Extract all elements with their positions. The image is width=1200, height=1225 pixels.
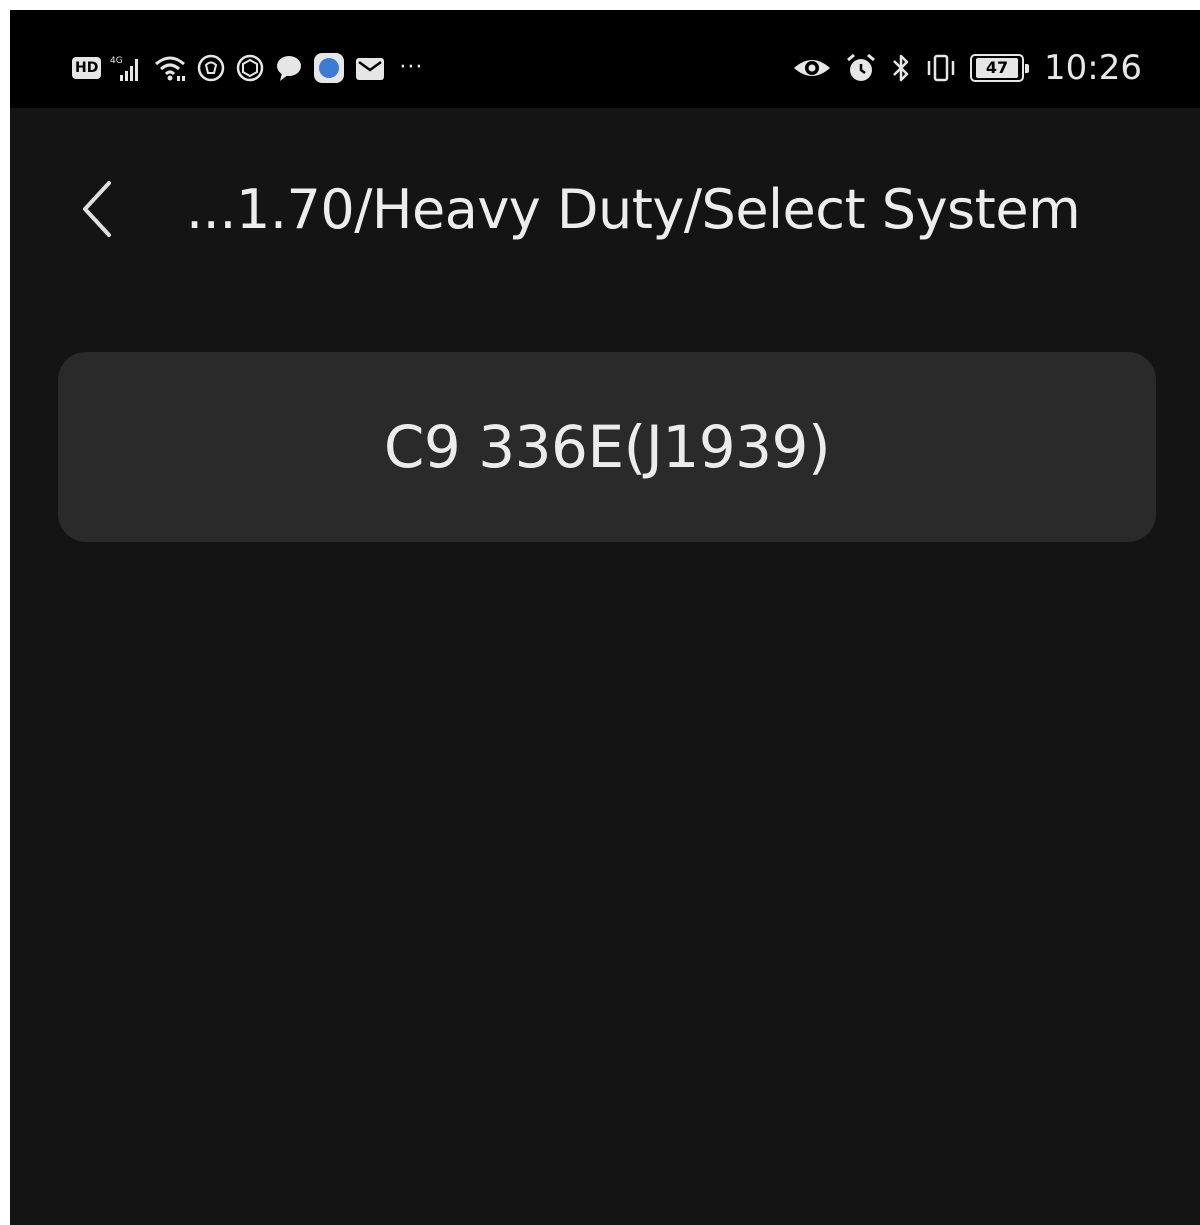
- navigation-header: ...1.70/Heavy Duty/Select System: [10, 160, 1200, 260]
- hd-label: HD: [72, 57, 102, 79]
- app-notification-icon: [235, 52, 265, 84]
- app-notification-icon: [313, 52, 345, 84]
- chevron-left-icon: [83, 181, 111, 237]
- mail-icon: [354, 52, 386, 84]
- eye-icon: [792, 52, 832, 84]
- system-list-item[interactable]: C9 336E(J1939): [58, 352, 1156, 542]
- hd-icon: HD: [72, 52, 102, 84]
- chat-bubble-icon: [274, 52, 304, 84]
- wifi-icon: [153, 52, 187, 84]
- signal-4g-icon: 4G: [110, 52, 144, 84]
- status-time: 10:26: [1044, 48, 1142, 88]
- vibrate-icon: [924, 52, 958, 84]
- bluetooth-icon: [890, 52, 912, 84]
- app-screen: HD 4G ··· 47 10:26 ...1.70/Heavy Duty/Se…: [10, 10, 1200, 1225]
- system-item-label: C9 336E(J1939): [383, 413, 831, 481]
- back-button[interactable]: [72, 174, 122, 244]
- battery-level: 47: [976, 58, 1019, 78]
- status-bar-system: 47 10:26: [792, 50, 1142, 86]
- svg-text:4G: 4G: [110, 56, 123, 66]
- battery-icon: 47: [970, 54, 1030, 82]
- status-bar-notifications: HD 4G ···: [72, 50, 423, 86]
- more-notifications-icon: ···: [399, 55, 424, 80]
- page-title: ...1.70/Heavy Duty/Select System: [186, 178, 1081, 241]
- app-notification-icon: [196, 52, 226, 84]
- alarm-icon: [844, 52, 878, 84]
- status-bar: HD 4G ··· 47 10:26: [10, 10, 1200, 108]
